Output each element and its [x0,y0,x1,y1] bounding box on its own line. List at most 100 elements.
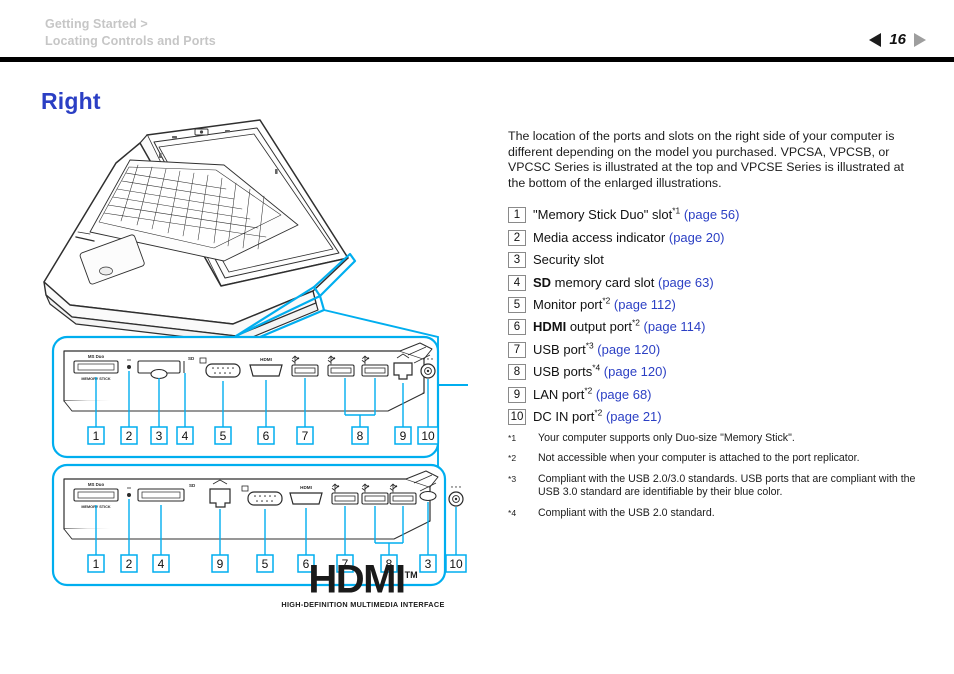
svg-text:2: 2 [126,429,133,443]
callout-number: 10 [508,408,526,425]
page-reference-link[interactable]: (page 56) [684,207,740,222]
breadcrumb: Getting Started > Locating Controls and … [45,16,216,50]
port-list-item: 2 Media access indicator (page 20) [508,229,920,246]
svg-text:1: 1 [93,557,100,571]
svg-text:MS Duo: MS Duo [88,482,105,487]
usb-ports-glyph [361,364,389,377]
port-item-text: USB ports*4 (page 120) [533,362,667,380]
port-list-item: 6 HDMI output port*2 (page 114) [508,318,920,336]
svg-text:9: 9 [400,429,407,443]
footnote-ref: *2 [594,407,603,418]
hdmi-logo-wordmark: HDMITM [308,558,418,599]
usb-port-glyph [331,492,359,505]
svg-text:5: 5 [262,557,269,571]
page-reference-link[interactable]: (page 114) [644,319,706,334]
port-label: memory card slot [551,274,655,290]
footnote: *2 Not accessible when your computer is … [508,452,920,465]
footnote-ref: *2 [602,295,611,306]
callout-number: 4 [508,274,526,291]
page-reference-link[interactable]: (page 120) [604,364,667,379]
port-item-text: Monitor port*2 (page 112) [533,295,676,312]
port-list-item: 8 USB ports*4 (page 120) [508,362,920,381]
footnote: *3 Compliant with the USB 2.0/3.0 standa… [508,473,920,500]
svg-text:10: 10 [421,429,435,443]
footnote-text: Compliant with the USB 2.0 standard. [538,506,715,519]
top-port-diagram: MS Duo MEMORY STICK SD HDMI 1 2 3 4 5 6 … [51,335,440,459]
breadcrumb-item-locating-controls: Locating Controls and Ports [45,34,216,48]
port-list-item: 3 Security slot [508,252,920,269]
port-item-text: DC IN port*2 (page 21) [533,407,662,424]
callout-number: 8 [508,364,526,381]
footnote-marker: *2 [508,453,517,464]
port-item-text: LAN port*2 (page 68) [533,385,652,402]
callout-number: 5 [508,296,526,313]
port-label: output port [566,319,632,335]
port-list-item: 7 USB port*3 (page 120) [508,341,920,358]
breadcrumb-item-getting-started: Getting Started > [45,17,148,31]
svg-text:MS Duo: MS Duo [88,354,105,359]
hdmi-logo-text: HDMI [308,557,406,602]
security-slot-glyph [419,490,437,502]
usb-ports-glyph [361,492,389,505]
svg-text:8: 8 [357,429,364,443]
page-number: 16 [889,31,906,48]
svg-text:10: 10 [449,557,463,571]
port-list-item: 9 LAN port*2 (page 68) [508,385,920,403]
port-item-text: HDMI output port*2 (page 114) [533,318,706,335]
callout-number: 1 [508,207,526,224]
svg-text:7: 7 [302,429,309,443]
port-label: Monitor port [533,296,603,312]
svg-text:SD: SD [188,356,195,361]
header-divider [0,57,954,62]
svg-text:4: 4 [182,429,189,443]
callout-number: 9 [508,386,526,403]
port-list-item: 5 Monitor port*2 (page 112) [508,295,920,313]
previous-page-icon[interactable] [869,32,882,47]
svg-text:HDMI: HDMI [300,485,312,490]
page-reference-link[interactable]: (page 63) [658,275,714,290]
callout-number: 2 [508,229,526,246]
usb-port-glyph [291,364,319,377]
port-list: 1 "Memory Stick Duo" slot*1 (page 56) 2 … [508,207,920,425]
trademark-symbol: TM [404,570,418,580]
page-reference-link[interactable]: (page 68) [596,387,652,402]
laptop-drawing [43,119,349,344]
svg-text:SD: SD [189,483,196,488]
usb-ports-glyph [327,364,355,377]
page-reference-link[interactable]: (page 120) [597,342,660,357]
port-label: USB ports [533,364,593,380]
page-navigation: 16 [869,31,926,48]
svg-text:5: 5 [220,429,227,443]
port-label: "Memory Stick Duo" slot [533,207,673,223]
footnote-ref: *2 [632,318,640,328]
next-page-icon[interactable] [914,32,926,47]
svg-text:9: 9 [217,557,224,571]
footnote-text: Your computer supports only Duo-size "Me… [538,431,795,444]
svg-text:3: 3 [156,429,163,443]
callout-number: 6 [508,319,526,336]
callout-number: 7 [508,341,526,358]
dc-in-port-glyph [448,486,464,507]
footnote-text: Not accessible when your computer is att… [538,452,860,465]
footnote-text: Compliant with the USB 2.0/3.0 standards… [538,472,916,499]
page-reference-link[interactable]: (page 112) [614,297,676,312]
page-reference-link[interactable]: (page 20) [669,230,725,245]
port-list-item: 10 DC IN port*2 (page 21) [508,407,920,425]
port-list-item: 1 "Memory Stick Duo" slot*1 (page 56) [508,206,920,224]
footnotes: *1 Your computer supports only Duo-size … [508,432,920,520]
footnote: *4 Compliant with the USB 2.0 standard. [508,507,920,520]
svg-text:4: 4 [158,557,165,571]
port-label: LAN port [533,386,585,402]
footnote-ref: *1 [672,206,681,217]
port-label: Media access indicator [533,229,666,245]
port-item-text: Security slot [533,252,604,267]
footnote-ref: *2 [584,385,593,396]
content-column: The location of the ports and slots on t… [508,129,920,527]
page-reference-link[interactable]: (page 21) [606,409,662,424]
footnote: *1 Your computer supports only Duo-size … [508,432,920,445]
footnote-ref: *4 [592,362,601,373]
hdmi-logo: HDMITM HIGH-DEFINITION MULTIMEDIA INTERF… [278,558,448,609]
port-label: USB port [533,341,586,357]
svg-text:HDMI: HDMI [260,357,272,362]
port-label-bold: HDMI [533,319,567,335]
